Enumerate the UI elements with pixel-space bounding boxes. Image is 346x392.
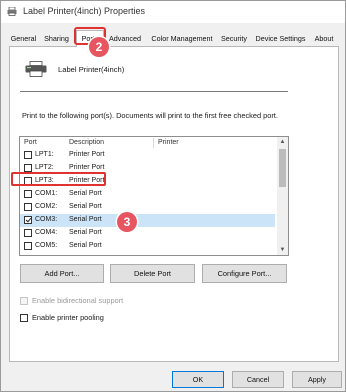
port-row-com5[interactable]: COM5: Serial Port — [20, 240, 275, 253]
step-3-badge: 3 — [117, 212, 137, 232]
port-name: COM4: — [35, 229, 58, 236]
add-port-button[interactable]: Add Port... — [20, 264, 104, 283]
tab-security[interactable]: Security — [218, 32, 250, 47]
cancel-button[interactable]: Cancel — [232, 371, 284, 388]
bidirectional-checkbox — [20, 297, 28, 305]
tab-strip: General Sharing Ports Advanced Color Man… — [9, 30, 339, 47]
port-description: Serial Port — [69, 216, 102, 223]
printer-icon — [25, 61, 47, 77]
port-description: Serial Port — [69, 190, 102, 197]
ok-button[interactable]: OK — [172, 371, 224, 388]
port-name: COM2: — [35, 203, 58, 210]
port-checkbox[interactable] — [24, 229, 32, 237]
tab-advanced[interactable]: Advanced — [105, 32, 145, 47]
port-list[interactable]: Port Description Printer LPT1: Printer P… — [19, 136, 289, 256]
column-header-port[interactable]: Port — [24, 139, 37, 146]
port-description: Printer Port — [69, 151, 105, 158]
port-name: COM5: — [35, 242, 58, 249]
tab-about[interactable]: About — [311, 32, 337, 47]
port-description: Printer Port — [69, 164, 105, 171]
delete-port-button[interactable]: Delete Port — [110, 264, 195, 283]
port-checkbox[interactable] — [24, 151, 32, 159]
title-bar: Label Printer(4inch) Properties — [1, 1, 345, 23]
port-row-com1[interactable]: COM1: Serial Port — [20, 188, 275, 201]
com3-row-highlight — [11, 172, 106, 186]
port-row-com3[interactable]: COM3: Serial Port — [20, 214, 275, 227]
port-description: Serial Port — [69, 203, 102, 210]
printer-icon — [7, 7, 17, 16]
separator — [20, 91, 288, 92]
window-title: Label Printer(4inch) Properties — [23, 6, 146, 16]
scroll-down-icon[interactable]: ▼ — [277, 245, 288, 255]
step-2-badge: 2 — [89, 37, 109, 57]
port-checkbox-checked[interactable] — [24, 216, 32, 224]
column-divider — [153, 138, 154, 148]
port-description: Serial Port — [69, 229, 102, 236]
printer-pooling-checkbox[interactable] — [20, 314, 28, 322]
bidirectional-label: Enable bidirectional support — [32, 296, 124, 305]
port-row-lpt1[interactable]: LPT1: Printer Port — [20, 149, 275, 162]
port-name: LPT2: — [35, 164, 54, 171]
column-header-description[interactable]: Description — [69, 139, 104, 146]
port-description: Serial Port — [69, 242, 102, 249]
port-checkbox[interactable] — [24, 242, 32, 250]
scroll-up-icon[interactable]: ▲ — [277, 137, 288, 147]
port-checkbox[interactable] — [24, 190, 32, 198]
properties-window: Label Printer(4inch) Properties General … — [0, 0, 346, 392]
tab-device-settings[interactable]: Device Settings — [252, 32, 309, 47]
tab-general[interactable]: General — [9, 32, 38, 47]
port-row-com2[interactable]: COM2: Serial Port — [20, 201, 275, 214]
port-row-com4[interactable]: COM4: Serial Port — [20, 227, 275, 240]
port-checkbox[interactable] — [24, 203, 32, 211]
ports-panel: Label Printer(4inch) Print to the follow… — [9, 46, 339, 362]
port-list-scrollbar[interactable]: ▲ ▼ — [277, 137, 288, 255]
tab-sharing[interactable]: Sharing — [39, 32, 74, 47]
port-name: COM3: — [35, 216, 58, 223]
port-checkbox[interactable] — [24, 164, 32, 172]
printer-pooling-label: Enable printer pooling — [32, 313, 104, 322]
column-header-printer[interactable]: Printer — [158, 139, 179, 146]
port-name: COM1: — [35, 190, 58, 197]
port-list-header: Port Description Printer — [20, 137, 275, 149]
apply-button[interactable]: Apply — [292, 371, 342, 388]
tab-color-management[interactable]: Color Management — [147, 32, 217, 47]
configure-port-button[interactable]: Configure Port... — [202, 264, 287, 283]
port-name: LPT1: — [35, 151, 54, 158]
scroll-thumb[interactable] — [279, 149, 286, 187]
ports-description: Print to the following port(s). Document… — [22, 111, 278, 120]
printer-name: Label Printer(4inch) — [58, 65, 125, 74]
